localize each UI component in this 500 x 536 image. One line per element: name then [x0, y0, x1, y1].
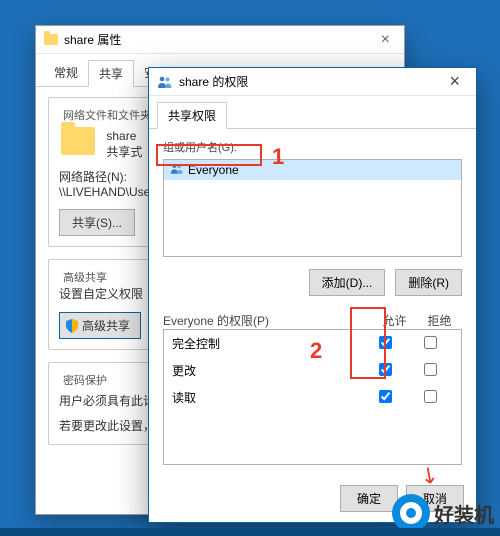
user-buttons: 添加(D)... 删除(R)	[163, 269, 462, 296]
body: 组或用户名(G): Everyone 添加(D)... 删除(R) Everyo…	[149, 129, 476, 475]
col-allow: 允许	[372, 312, 417, 329]
list-item[interactable]: Everyone	[164, 160, 461, 180]
users-label: 组或用户名(G):	[163, 139, 462, 155]
people-icon	[170, 163, 184, 177]
perm-name: 完全控制	[172, 335, 363, 352]
group-title: 高级共享	[59, 269, 111, 285]
allow-checkbox[interactable]	[379, 363, 392, 376]
adv-btn-label: 高级共享	[82, 317, 130, 334]
col-deny: 拒绝	[417, 312, 462, 329]
watermark-text: 好装机	[434, 499, 494, 528]
perm-name: 读取	[172, 389, 363, 406]
annotation-label-1: 1	[272, 144, 284, 170]
share-button[interactable]: 共享(S)...	[59, 209, 135, 236]
annotation-label-2: 2	[310, 338, 322, 364]
permissions-window: share 的权限 × 共享权限 组或用户名(G): Everyone 添加(D…	[148, 67, 477, 523]
people-icon	[157, 76, 173, 88]
deny-checkbox[interactable]	[424, 363, 437, 376]
folder-large-icon	[61, 127, 95, 155]
share-status: 共享式	[106, 145, 142, 159]
close-icon[interactable]: ×	[441, 71, 468, 92]
perm-header: Everyone 的权限(P) 允许 拒绝	[163, 312, 462, 329]
watermark-logo-icon	[392, 494, 430, 532]
titlebar[interactable]: share 属性 ×	[36, 26, 404, 54]
ok-button[interactable]: 确定	[340, 485, 398, 512]
tab-general[interactable]: 常规	[44, 60, 88, 86]
group-title: 密码保护	[59, 372, 111, 388]
share-info: share 共享式	[106, 129, 142, 160]
deny-checkbox[interactable]	[424, 390, 437, 403]
advanced-share-button[interactable]: 高级共享	[59, 312, 141, 339]
users-listbox[interactable]: Everyone	[163, 159, 462, 257]
allow-checkbox[interactable]	[379, 336, 392, 349]
tabs: 共享权限	[149, 96, 476, 129]
user-name: Everyone	[188, 163, 239, 177]
share-name: share	[106, 129, 136, 143]
allow-checkbox[interactable]	[379, 390, 392, 403]
remove-button[interactable]: 删除(R)	[395, 269, 462, 296]
watermark: 好装机	[392, 494, 494, 532]
perm-label: Everyone 的权限(P)	[163, 312, 372, 329]
add-button[interactable]: 添加(D)...	[309, 269, 386, 296]
perm-row-read: 读取	[164, 384, 461, 411]
shield-icon	[66, 319, 78, 333]
tab-share-permissions[interactable]: 共享权限	[157, 102, 227, 129]
perm-name: 更改	[172, 362, 363, 379]
window-title: share 属性	[64, 31, 121, 48]
window-title: share 的权限	[179, 73, 248, 90]
titlebar[interactable]: share 的权限 ×	[149, 68, 476, 96]
folder-icon	[44, 34, 58, 45]
close-icon[interactable]: ×	[375, 31, 396, 49]
taskbar	[0, 528, 500, 536]
tab-sharing[interactable]: 共享	[88, 60, 134, 87]
deny-checkbox[interactable]	[424, 336, 437, 349]
